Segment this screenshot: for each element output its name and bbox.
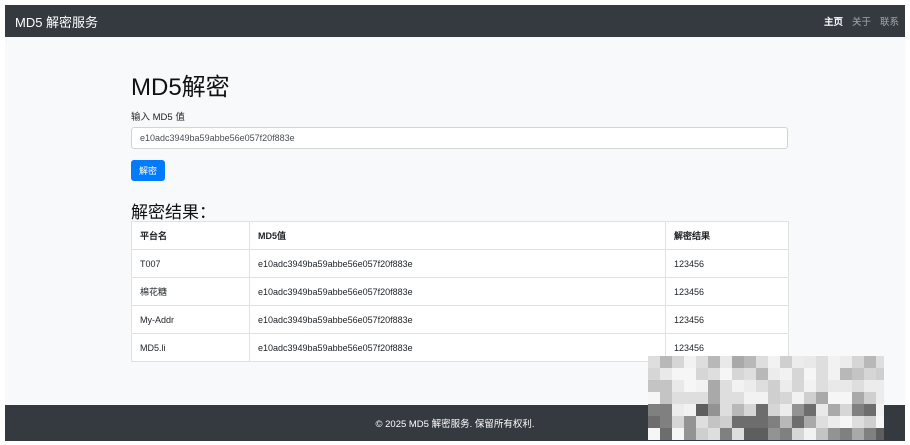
footer-text: © 2025 MD5 解密服务. 保留所有权利. [375,419,535,430]
result-cell: 123456 [665,305,789,334]
column-header-result: 解密结果 [665,221,789,250]
md5-cell: e10adc3949ba59abbe56e057f20f883e [249,249,666,278]
nav-home[interactable]: 主页 [824,14,843,28]
nav-links: 主页 关于 联系 [824,14,899,28]
results-title: 解密结果： [131,203,216,222]
pixelated-watermark [648,356,884,440]
md5-cell: e10adc3949ba59abbe56e057f20f883e [249,277,666,306]
results-table: 平台名 MD5值 解密结果 T007 e10adc3949ba59abbe56e… [131,221,789,362]
md5-cell: e10adc3949ba59abbe56e057f20f883e [249,333,666,362]
platform-cell: T007 [131,249,250,278]
column-header-md5: MD5值 [249,221,666,250]
result-cell: 123456 [665,277,789,306]
platform-cell: My-Addr [131,305,250,334]
table-row: My-Addr e10adc3949ba59abbe56e057f20f883e… [131,305,789,334]
md5-input-label: 输入 MD5 值 [131,112,185,123]
page-title: MD5解密 [131,74,230,101]
navbar: MD5 解密服务 主页 关于 联系 [5,5,905,37]
decrypt-button[interactable]: 解密 [131,160,165,181]
table-row: 棉花糖 e10adc3949ba59abbe56e057f20f883e 123… [131,277,789,306]
nav-about[interactable]: 关于 [852,14,871,28]
table-row: T007 e10adc3949ba59abbe56e057f20f883e 12… [131,249,789,278]
column-header-platform: 平台名 [131,221,250,250]
nav-contact[interactable]: 联系 [880,14,899,28]
brand-link[interactable]: MD5 解密服务 [15,12,98,31]
md5-cell: e10adc3949ba59abbe56e057f20f883e [249,305,666,334]
platform-cell: MD5.li [131,333,250,362]
table-header-row: 平台名 MD5值 解密结果 [131,221,789,250]
result-cell: 123456 [665,249,789,278]
platform-cell: 棉花糖 [131,277,250,306]
md5-input[interactable] [131,127,788,149]
